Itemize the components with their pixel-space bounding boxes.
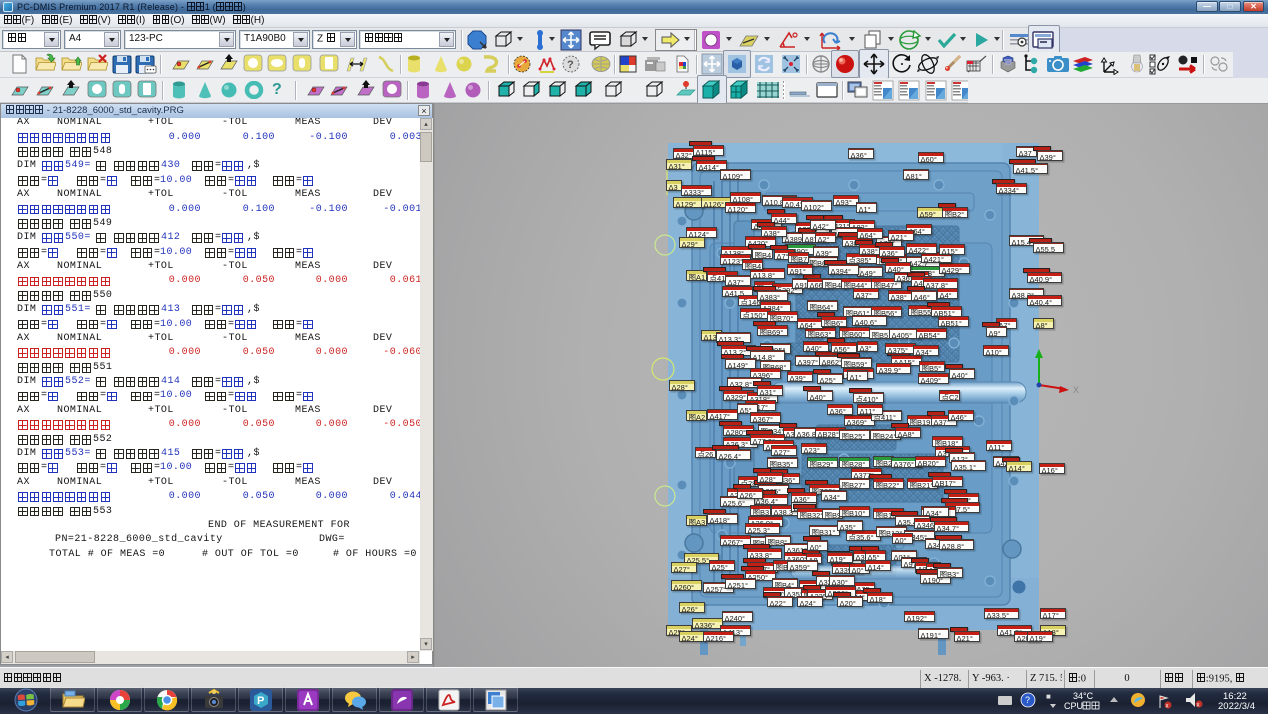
svg-text:?: ? <box>567 59 574 71</box>
svg-text:X: X <box>1073 385 1079 395</box>
svg-text:x: x <box>1197 703 1200 709</box>
svg-text:34°C: 34°C <box>1073 691 1094 701</box>
svg-text:CPU: CPU <box>1064 701 1083 711</box>
svg-text:?: ? <box>1025 695 1030 705</box>
svg-text:P: P <box>257 695 264 707</box>
svg-text:x: x <box>1166 704 1169 710</box>
svg-text:■: ■ <box>1046 692 1051 701</box>
svg-text:2022/3/4: 2022/3/4 <box>1218 701 1255 712</box>
